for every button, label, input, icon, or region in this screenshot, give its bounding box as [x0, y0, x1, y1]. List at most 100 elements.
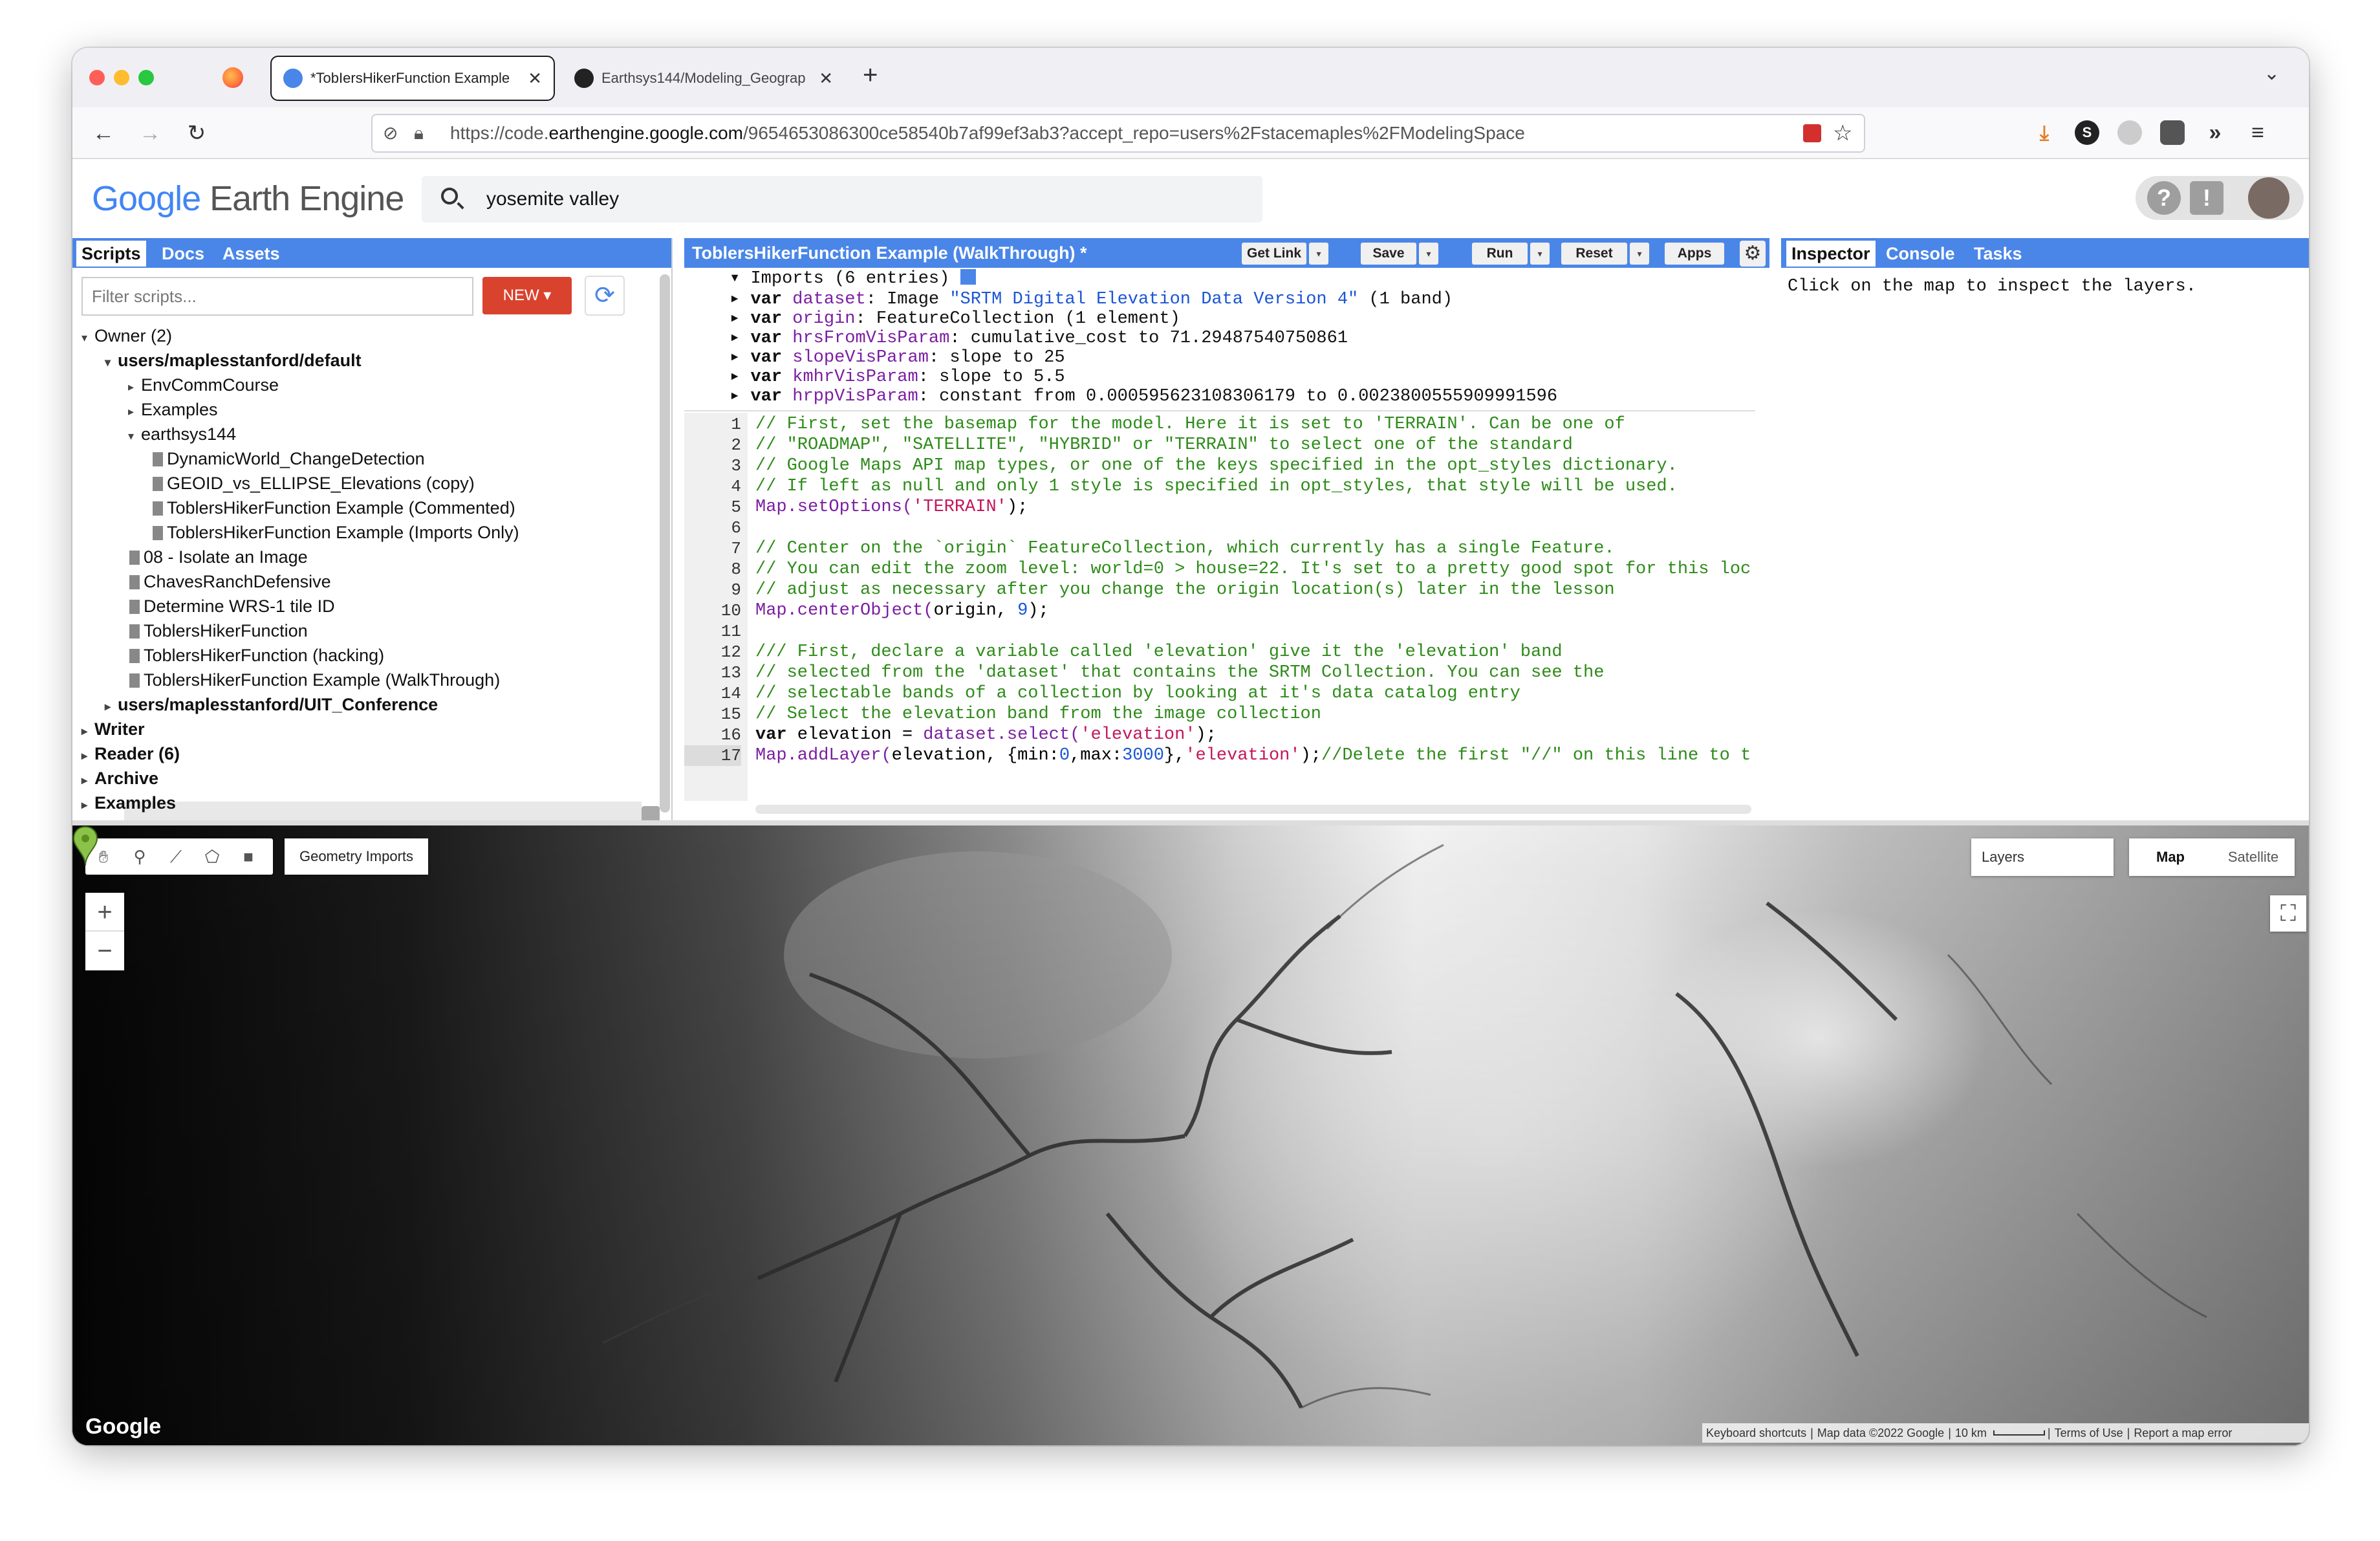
chevron-right-icon[interactable]: ▸ — [128, 375, 141, 399]
chevron-right-icon[interactable]: ▸ — [81, 743, 94, 768]
script-tree-item[interactable]: ToblersHikerFunction Example (WalkThroug… — [129, 668, 500, 692]
geometry-imports-button[interactable]: Geometry Imports — [285, 838, 428, 875]
map-view[interactable]: ✋︎ ⚲ ⟋ ⬠ ■ Geometry Imports + − Layers Map Sa… — [72, 825, 2309, 1445]
extension-s-icon[interactable]: S — [2075, 120, 2099, 145]
imports-docs-icon[interactable] — [960, 269, 976, 285]
chevron-right-icon[interactable]: ▸ — [81, 792, 94, 817]
script-tree-item[interactable]: ToblersHikerFunction (hacking) — [129, 643, 384, 668]
url-bar[interactable]: ⊘ 🔒︎ https://code.earthengine.google.com… — [371, 114, 1865, 153]
refresh-icon[interactable]: ⟳ — [585, 276, 625, 316]
avatar[interactable] — [2248, 177, 2289, 219]
script-tree-item[interactable]: ToblersHikerFunction Example (Commented) — [153, 496, 515, 520]
earth-engine-logo[interactable]: Google Earth Engine — [92, 179, 404, 219]
back-icon[interactable]: ← — [89, 119, 118, 148]
script-tree-item[interactable]: DynamicWorld_ChangeDetection — [153, 446, 425, 471]
reload-icon[interactable]: ↻ — [182, 119, 211, 148]
close-window-button[interactable] — [89, 70, 105, 85]
forward-icon[interactable]: → — [136, 119, 164, 148]
chevron-right-icon[interactable]: ▸ — [105, 694, 118, 719]
tab-github[interactable]: Earthsys144/Modeling_Geograp ✕ — [563, 57, 845, 100]
downloads-icon[interactable]: ⤓ — [2032, 120, 2057, 145]
zoom-in-button[interactable]: + — [85, 893, 124, 932]
tab-assets[interactable]: Assets — [217, 241, 285, 267]
search-box[interactable] — [422, 176, 1262, 223]
import-entry[interactable]: ▸ var kmhrVisParam: slope to 5.5 — [730, 367, 1065, 387]
script-tree-item[interactable]: ▸ Writer — [81, 717, 145, 741]
script-tree-item[interactable]: ToblersHikerFunction Example (Imports On… — [153, 520, 519, 545]
draw-line-icon[interactable]: ⟋ — [158, 838, 194, 875]
menu-icon[interactable]: ≡ — [2245, 120, 2270, 145]
extension-shield-icon[interactable] — [2160, 120, 2185, 145]
bookmark-star-icon[interactable]: ☆ — [1833, 115, 1852, 151]
script-tree-item[interactable]: 08 - Isolate an Image — [129, 545, 308, 569]
run-dropdown-icon[interactable]: ▾ — [1530, 243, 1550, 265]
gear-icon[interactable]: ⚙ — [1740, 241, 1766, 267]
script-tree-item[interactable]: GEOID_vs_ELLIPSE_Elevations (copy) — [153, 471, 475, 496]
chevron-down-icon[interactable]: ▾ — [105, 350, 118, 375]
layers-button[interactable]: Layers — [1971, 838, 2114, 876]
get-link-dropdown-icon[interactable]: ▾ — [1309, 243, 1328, 265]
script-tree-item[interactable]: ▸ Examples — [81, 791, 176, 815]
chevron-down-icon[interactable]: ▾ — [128, 424, 141, 448]
get-link-button[interactable]: Get Link — [1242, 243, 1306, 265]
chevron-right-icon[interactable]: ▸ — [81, 719, 94, 743]
terms-link[interactable]: Terms of Use — [2055, 1426, 2123, 1439]
tab-scripts[interactable]: Scripts — [76, 241, 146, 267]
script-tree-item[interactable]: ChavesRanchDefensive — [129, 569, 331, 594]
reset-dropdown-icon[interactable]: ▾ — [1630, 243, 1649, 265]
script-tree-item[interactable]: ▸ Reader (6) — [81, 741, 180, 766]
draw-rectangle-icon[interactable]: ■ — [230, 838, 266, 875]
report-error-link[interactable]: Report a map error — [2134, 1426, 2232, 1439]
import-entry[interactable]: ▸ var dataset: Image "SRTM Digital Eleva… — [730, 290, 1453, 309]
tab-tasks[interactable]: Tasks — [1969, 241, 2028, 267]
script-tree-item[interactable]: ▸ EnvCommCourse — [128, 373, 279, 397]
chevron-right-icon[interactable]: ▸ — [81, 768, 94, 792]
script-tree-item[interactable]: ▸ Examples — [128, 397, 218, 422]
keyboard-shortcuts-link[interactable]: Keyboard shortcuts — [1706, 1426, 1806, 1439]
import-entry[interactable]: ▸ var origin: FeatureCollection (1 eleme… — [730, 309, 1180, 329]
import-entry[interactable]: ▸ var hrppVisParam: constant from 0.0005… — [730, 387, 1557, 406]
tab-console[interactable]: Console — [1881, 241, 1960, 267]
search-input[interactable] — [486, 185, 1198, 213]
save-dropdown-icon[interactable]: ▾ — [1419, 243, 1438, 265]
code-horizontal-scrollbar[interactable] — [755, 805, 1751, 814]
new-tab-button[interactable]: + — [863, 61, 878, 90]
chevron-down-icon[interactable]: ▾ — [81, 325, 94, 350]
minimize-window-button[interactable] — [114, 70, 129, 85]
script-tree-item[interactable]: ▸ Archive — [81, 766, 158, 791]
save-button[interactable]: Save — [1361, 243, 1416, 265]
apps-button[interactable]: Apps — [1665, 243, 1724, 265]
code-area[interactable]: // First, set the basemap for the model.… — [755, 414, 1751, 802]
map-type-map[interactable]: Map — [2129, 838, 2212, 876]
script-tree-item[interactable]: ▾ earthsys144 — [128, 422, 236, 446]
script-tree-item[interactable]: ▾ users/maplesstanford/default — [105, 348, 362, 373]
extension-circle-icon[interactable] — [2117, 120, 2142, 145]
run-button[interactable]: Run — [1472, 243, 1528, 265]
map-type-satellite[interactable]: Satellite — [2212, 838, 2295, 876]
zoom-window-button[interactable] — [138, 70, 154, 85]
import-entry[interactable]: ▸ var hrsFromVisParam: cumulative_cost t… — [730, 329, 1348, 348]
new-button[interactable]: NEW ▾ — [482, 277, 572, 314]
script-tree-item[interactable]: Determine WRS-1 tile ID — [129, 594, 335, 618]
feedback-icon[interactable]: ! — [2190, 181, 2223, 215]
firefox-icon[interactable] — [222, 67, 243, 88]
filter-scripts-input[interactable]: Filter scripts... — [81, 277, 473, 316]
tab-list-chevron-down-icon[interactable]: ⌄ — [2264, 62, 2280, 85]
scale-text[interactable]: 10 km — [1955, 1426, 1987, 1439]
script-tree-item[interactable]: ▸ users/maplesstanford/UIT_Conference — [105, 692, 438, 717]
script-tree-item[interactable]: ToblersHikerFunction — [129, 618, 308, 643]
extension-badge-icon[interactable] — [1803, 124, 1821, 142]
tab-earth-engine[interactable]: *TobIersHikerFunction Example ✕ — [272, 57, 554, 100]
script-tree-item[interactable]: ▾ Owner (2) — [81, 323, 172, 348]
more-tools-icon[interactable]: » — [2203, 120, 2227, 145]
close-tab-icon[interactable]: ✕ — [528, 69, 542, 89]
zoom-out-button[interactable]: − — [85, 932, 124, 970]
tab-docs[interactable]: Docs — [157, 241, 210, 267]
fullscreen-icon[interactable]: ⛶ — [2270, 895, 2306, 932]
imports-header[interactable]: ▾ Imports (6 entries) — [730, 269, 976, 289]
chevron-right-icon[interactable]: ▸ — [128, 399, 141, 424]
draw-shape-icon[interactable]: ⬠ — [194, 838, 230, 875]
draw-point-icon[interactable]: ⚲ — [122, 838, 158, 875]
close-tab-icon[interactable]: ✕ — [819, 69, 833, 89]
import-entry[interactable]: ▸ var slopeVisParam: slope to 25 — [730, 348, 1065, 367]
